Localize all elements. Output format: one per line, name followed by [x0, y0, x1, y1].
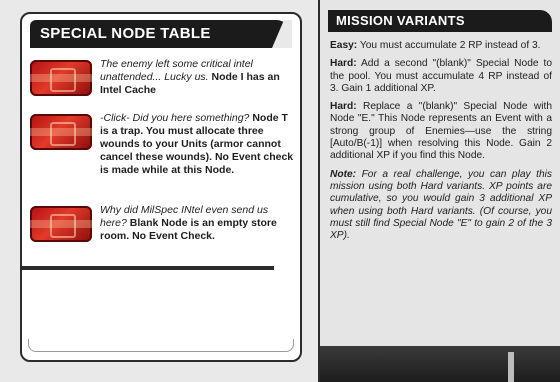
- panel-footer-art: [320, 346, 560, 382]
- node-flavor-text: -Click- Did you here something?: [100, 112, 250, 124]
- variant-text: Replace a "(blank)" Special Node with No…: [330, 101, 552, 162]
- special-node-table-title-text: SPECIAL NODE TABLE: [40, 25, 211, 42]
- special-node-table-panel: SPECIAL NODE TABLE The enemy left some c…: [20, 12, 302, 362]
- node-description: -Click- Did you here something? Node T i…: [100, 112, 294, 177]
- variant-easy: Easy: You must accumulate 2 RP instead o…: [330, 40, 552, 52]
- note-text: For a real challenge, you can play this …: [330, 168, 552, 242]
- note-label: Note:: [330, 168, 357, 180]
- variant-text: Add a second "(blank)" Special Node to t…: [330, 58, 552, 94]
- panel-inner-border: [28, 339, 294, 352]
- mission-variants-body: Easy: You must accumulate 2 RP instead o…: [330, 40, 552, 248]
- section-divider: [22, 266, 274, 270]
- node-effect-text: Blank Node is an empty store room. No Ev…: [100, 217, 277, 242]
- red-node-tile-icon: [30, 206, 92, 242]
- variant-hard-2: Hard: Replace a "(blank)" Special Node w…: [330, 101, 552, 162]
- variant-label: Easy:: [330, 40, 358, 51]
- variant-note: Note: For a real challenge, you can play…: [330, 169, 552, 243]
- mission-variants-title: MISSION VARIANTS: [328, 10, 552, 32]
- variant-label: Hard:: [330, 58, 357, 70]
- variant-hard-1: Hard: Add a second "(blank)" Special Nod…: [330, 58, 552, 95]
- red-node-tile-icon: [30, 60, 92, 96]
- node-description: The enemy left some critical intel unatt…: [100, 58, 294, 97]
- node-description: Why did MilSpec INtel even send us here?…: [100, 204, 294, 243]
- header-corner-notch: [272, 20, 292, 48]
- mission-variants-panel: MISSION VARIANTS Easy: You must accumula…: [318, 0, 560, 382]
- special-node-table-title: SPECIAL NODE TABLE: [30, 20, 292, 48]
- variant-label: Hard:: [330, 101, 357, 113]
- variant-text: You must accumulate 2 RP instead of 3.: [359, 40, 541, 51]
- red-node-tile-icon: [30, 114, 92, 150]
